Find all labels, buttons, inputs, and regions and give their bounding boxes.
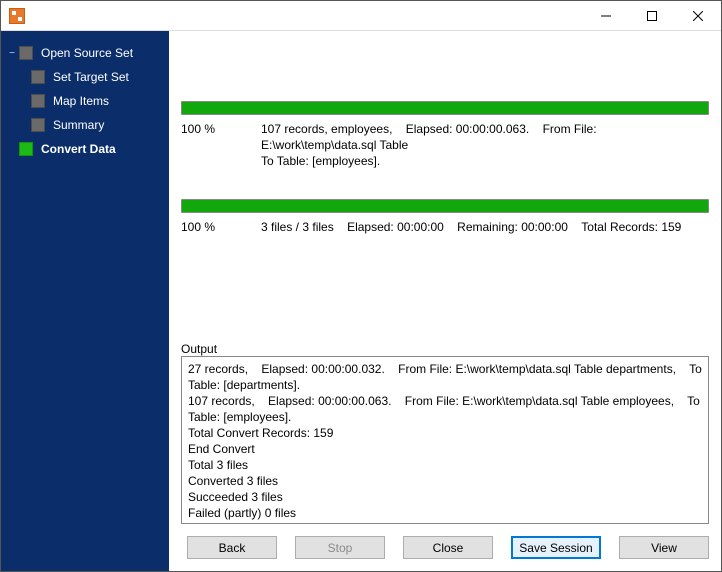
wizard-sidebar: − Open Source Set Set Target Set Map Ite…: [1, 31, 169, 571]
sidebar-item-label: Open Source Set: [41, 46, 133, 60]
progress-bar-current: [181, 101, 709, 115]
step-icon: [31, 94, 45, 108]
step-icon: [31, 118, 45, 132]
close-window-button[interactable]: [675, 1, 721, 31]
progress-elapsed: Elapsed: 00:00:00: [337, 220, 444, 234]
progress-to: To Table: [employees].: [261, 154, 380, 168]
collapse-icon: −: [7, 48, 17, 59]
maximize-button[interactable]: [629, 1, 675, 31]
progress-total-records: Total Records: 159: [571, 220, 681, 234]
progress-bar-total: [181, 199, 709, 213]
progress-records: 107 records, employees,: [261, 122, 392, 136]
sidebar-item-label: Convert Data: [41, 142, 116, 156]
sidebar-item-label: Set Target Set: [53, 70, 129, 84]
app-icon: [9, 8, 25, 24]
close-button[interactable]: Close: [403, 536, 493, 559]
back-button[interactable]: Back: [187, 536, 277, 559]
stop-button: Stop: [295, 536, 385, 559]
progress-elapsed: Elapsed: 00:00:00.063.: [396, 122, 529, 136]
sidebar-item-label: Map Items: [53, 94, 109, 108]
progress-remaining: Remaining: 00:00:00: [447, 220, 568, 234]
step-icon: [31, 70, 45, 84]
main-panel: 100 % 107 records, employees, Elapsed: 0…: [169, 31, 721, 571]
save-session-button[interactable]: Save Session: [511, 536, 601, 559]
sidebar-item-convert-data[interactable]: Convert Data: [1, 137, 169, 161]
sidebar-item-open-source-set[interactable]: − Open Source Set: [1, 41, 169, 65]
progress-percent: 100 %: [181, 121, 261, 169]
progress-info-current: 100 % 107 records, employees, Elapsed: 0…: [181, 121, 709, 199]
progress-files: 3 files / 3 files: [261, 220, 334, 234]
step-icon: [19, 46, 33, 60]
progress-info-total: 100 % 3 files / 3 files Elapsed: 00:00:0…: [181, 219, 709, 245]
sidebar-item-set-target-set[interactable]: Set Target Set: [1, 65, 169, 89]
view-button[interactable]: View: [619, 536, 709, 559]
step-icon: [19, 142, 33, 156]
title-bar: [1, 1, 721, 31]
sidebar-item-summary[interactable]: Summary: [1, 113, 169, 137]
output-label: Output: [181, 342, 709, 356]
minimize-button[interactable]: [583, 1, 629, 31]
sidebar-item-label: Summary: [53, 118, 104, 132]
button-bar: Back Stop Close Save Session View: [181, 524, 709, 571]
sidebar-item-map-items[interactable]: Map Items: [1, 89, 169, 113]
progress-percent: 100 %: [181, 219, 261, 235]
output-textarea[interactable]: 27 records, Elapsed: 00:00:00.032. From …: [181, 356, 709, 524]
